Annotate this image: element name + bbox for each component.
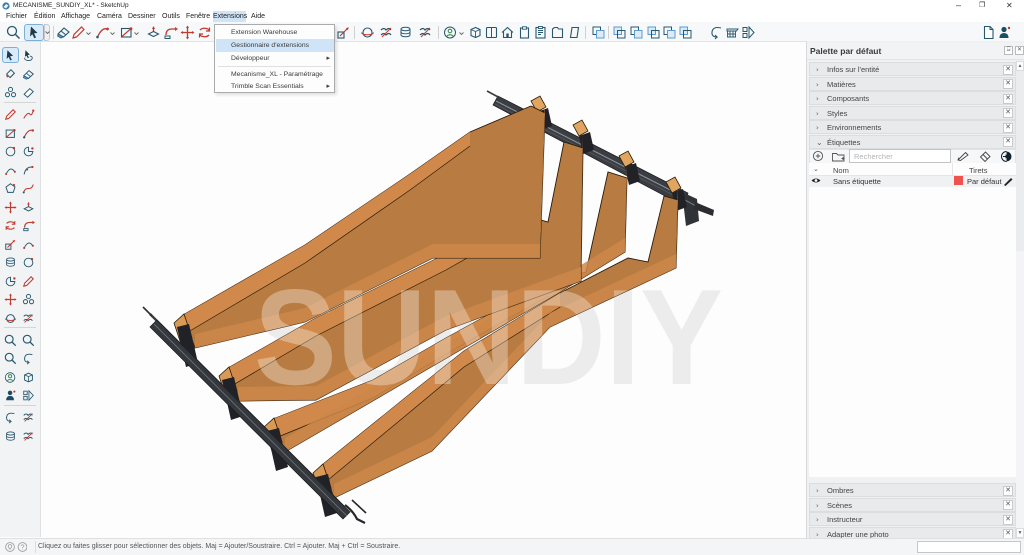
svg-text:?: ? <box>20 543 24 552</box>
